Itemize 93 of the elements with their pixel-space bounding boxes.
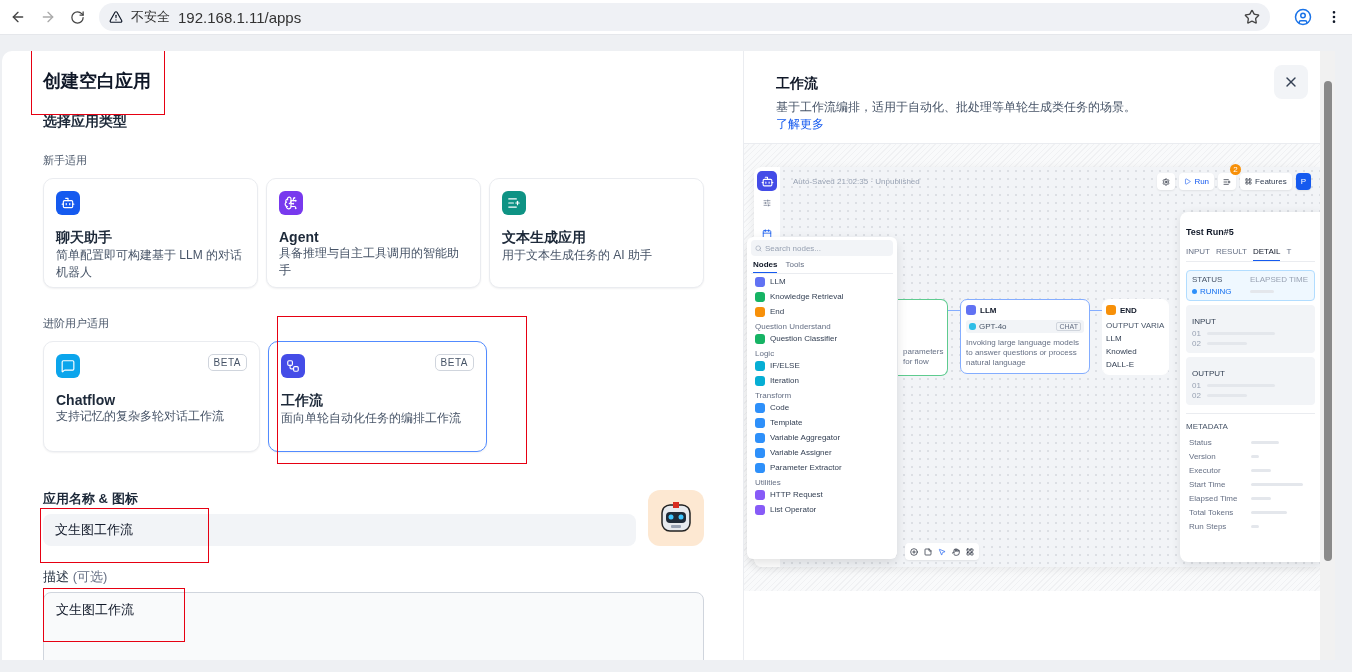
menu-section-label: Utilities [755, 478, 782, 487]
card-title: 文本生成应用 [502, 229, 587, 247]
beta-badge: BETA [434, 354, 474, 371]
panel-tab[interactable]: DETAIL [1252, 247, 1281, 261]
llm-icon [966, 305, 976, 315]
app-type-card[interactable]: BETA 工作流 面向单轮自动化任务的编排工作流 [268, 341, 487, 452]
warning-icon [109, 10, 123, 24]
menu-section-label: Question Understand [755, 322, 832, 331]
address-bar[interactable]: 不安全 192.168.1.11/apps [99, 3, 1270, 31]
node-menu-item[interactable]: HTTP Request [751, 487, 893, 502]
card-description: 简单配置即可构建基于 LLM 的对话机器人 [56, 247, 243, 281]
node-menu-item[interactable]: Variable Aggregator [751, 430, 893, 445]
app-type-card[interactable]: 聊天助手 简单配置即可构建基于 LLM 的对话机器人 [43, 178, 258, 288]
card-title: Chatflow [56, 392, 117, 408]
node-menu-item[interactable]: Iteration [751, 373, 893, 388]
layout-icon[interactable] [966, 547, 974, 556]
panel-tab[interactable]: RESULT [1216, 247, 1247, 261]
card-title: 聊天助手 [56, 229, 113, 247]
gear-icon [1162, 177, 1171, 186]
menu-section-label: Transform [755, 391, 793, 400]
checklist-button[interactable] [1218, 173, 1237, 190]
node-menu-item[interactable]: Parameter Extractor [751, 460, 893, 475]
io-block: OUTPUT 01 02 [1186, 357, 1315, 405]
card-description: 具备推理与自主工具调用的智能助手 [279, 245, 460, 279]
node-menu-item[interactable]: List Operator [751, 502, 893, 517]
node-description: Invoking large language models to answer questions or process natural language [966, 338, 1080, 368]
back-icon[interactable] [10, 9, 26, 25]
panel-tab[interactable]: INPUT [1186, 247, 1210, 261]
publish-button[interactable]: P [1295, 173, 1311, 190]
app-type-card[interactable]: 文本生成应用 用于文本生成任务的 AI 助手 [489, 178, 704, 288]
pointer-icon[interactable] [938, 547, 946, 556]
features-button[interactable]: Features [1240, 173, 1292, 190]
io-block: INPUT 01 02 [1186, 305, 1315, 353]
checklist-icon [1223, 177, 1232, 186]
card-title: 工作流 [281, 392, 324, 410]
description-input[interactable]: 文生图工作流 [43, 592, 704, 660]
add-icon[interactable] [910, 547, 918, 556]
test-run-panel: Test Run#5 INPUT RESULT DETAIL T STATUS ELAPSED TIME RUNING INPUT 01 02 OUTPUT 01 02 METADATA Status Version Executor Start Time Elapsed Time Total Tokens Run Steps [1180, 212, 1320, 562]
profile-icon[interactable] [1294, 8, 1312, 26]
section-heading: 选择应用类型 [43, 113, 128, 131]
group-label: 新手适用 [43, 153, 88, 168]
security-label: 不安全 [131, 8, 170, 26]
autosave-status: Auto-Saved 21:02:35 · Unpublished [793, 177, 920, 186]
node-menu-item[interactable]: IF/ELSE [751, 358, 893, 373]
menu-tab[interactable]: Nodes [753, 260, 778, 273]
count-badge: 2 [1230, 164, 1242, 175]
status-card: STATUS ELAPSED TIME RUNING [1186, 270, 1315, 301]
field-label: 应用名称 & 图标 [43, 490, 139, 508]
scrollbar-thumb[interactable] [1323, 81, 1332, 561]
note-icon[interactable] [924, 547, 932, 556]
bookmark-icon[interactable] [1244, 9, 1260, 25]
card-title: Agent [279, 229, 320, 245]
dialog-title: 创建空白应用 [43, 70, 151, 93]
app-icon-picker[interactable] [648, 490, 704, 546]
node-menu-item[interactable]: Variable Assigner [751, 445, 893, 460]
preview-description: 基于工作流编排，适用于自动化、批处理等单轮生成类任务的场景。 了解更多 [776, 99, 1137, 133]
app-icon [757, 171, 777, 191]
menu-section-label: Logic [755, 349, 776, 358]
settings-icon [763, 199, 771, 207]
node-menu-item[interactable]: End [751, 304, 893, 319]
node-menu-item[interactable]: Question Classifier [751, 331, 893, 346]
preview-title: 工作流 [776, 75, 819, 93]
node-menu-item[interactable]: Knowledge Retrieval [751, 289, 893, 304]
search-icon [755, 244, 762, 252]
panel-tab[interactable]: T [1286, 247, 1292, 261]
app-type-card[interactable]: BETA Chatflow 支持记忆的复杂多轮对话工作流 [43, 341, 260, 452]
hand-icon[interactable] [952, 547, 960, 556]
card-description: 支持记忆的复杂多轮对话工作流 [56, 408, 225, 425]
play-icon [1184, 178, 1192, 185]
card-description: 用于文本生成任务的 AI 助手 [502, 247, 653, 264]
model-icon [969, 323, 976, 330]
env-button[interactable] [1157, 173, 1176, 190]
name-input[interactable]: 文生图工作流 [43, 514, 636, 546]
group-label: 进阶用户适用 [43, 316, 110, 331]
url-text: 192.168.1.11/apps [178, 8, 303, 26]
end-node: END OUTPUT VARIA LLM Knowled DALL-E [1102, 299, 1169, 375]
beta-badge: BETA [207, 354, 247, 371]
learn-more-link[interactable]: 了解更多 [776, 117, 824, 131]
menu-tab[interactable]: Tools [785, 260, 805, 273]
calendar-icon [762, 229, 772, 239]
node-menu-item[interactable]: Code [751, 400, 893, 415]
close-button[interactable] [1274, 65, 1308, 99]
field-label: 描述 (可选) [43, 568, 109, 586]
start-node: parameters for flow [898, 299, 948, 376]
card-description: 面向单轮自动化任务的编排工作流 [281, 410, 462, 427]
status-dot [1192, 289, 1197, 294]
run-button[interactable]: Run [1179, 173, 1215, 190]
grid-icon [1245, 178, 1253, 185]
node-menu-item[interactable]: Template [751, 415, 893, 430]
reload-icon[interactable] [70, 9, 85, 25]
node-menu-item[interactable]: LLM [751, 274, 893, 289]
app-type-card[interactable]: Agent 具备推理与自主工具调用的智能助手 [266, 178, 481, 288]
end-icon [1106, 305, 1116, 315]
